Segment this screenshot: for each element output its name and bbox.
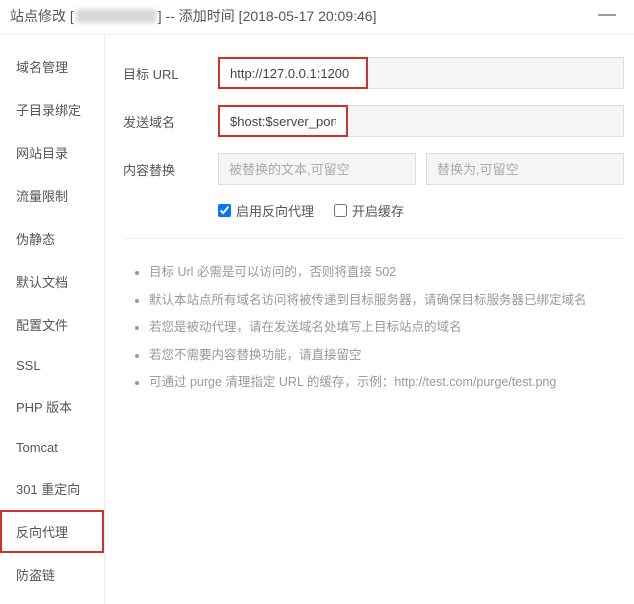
site-name-redacted	[76, 9, 156, 23]
sidebar-item-ssl[interactable]: SSL	[0, 346, 104, 385]
panel: 站点修改 [ ] -- 添加时间 [ 2018-05-17 20:09:46 ]…	[0, 0, 634, 604]
note-item: 若您不需要内容替换功能，请直接留空	[149, 342, 624, 370]
replace-to-input[interactable]	[426, 153, 624, 185]
content-replace-label: 内容替换	[123, 160, 218, 179]
note-item: 若您是被动代理，请在发送域名处填写上目标站点的域名	[149, 314, 624, 342]
sidebar-item-config-file[interactable]: 配置文件	[0, 303, 104, 346]
target-url-label: 目标 URL	[123, 64, 218, 83]
sidebar-item-label: 默认文档	[16, 275, 68, 290]
sidebar-item-label: PHP 版本	[16, 400, 72, 415]
sidebar-item-reverse-proxy[interactable]: 反向代理	[0, 510, 104, 553]
sidebar-item-label: 伪静态	[16, 232, 55, 247]
replace-from-input[interactable]	[218, 153, 416, 185]
sidebar-item-domain-management[interactable]: 域名管理	[0, 45, 104, 88]
target-url-input-extend[interactable]	[368, 57, 624, 89]
header-timestamp: 2018-05-17 20:09:46	[243, 8, 373, 24]
enable-proxy-input[interactable]	[218, 204, 231, 217]
notes-section: 目标 Url 必需是可以访问的，否则将直接 502 默认本站点所有域名访问将被传…	[123, 238, 624, 397]
enable-cache-checkbox[interactable]: 开启缓存	[334, 201, 404, 220]
sidebar-item-label: Tomcat	[16, 440, 58, 455]
sidebar-item-label: 流量限制	[16, 189, 68, 204]
send-host-label: 发送域名	[123, 112, 218, 131]
sidebar-item-rewrite[interactable]: 伪静态	[0, 217, 104, 260]
sidebar-item-label: 网站目录	[16, 146, 68, 161]
enable-proxy-label: 启用反向代理	[236, 201, 314, 220]
sidebar-item-label: 配置文件	[16, 318, 68, 333]
sidebar-item-label: 防盗链	[16, 568, 55, 583]
header-middle: ] -- 添加时间 [	[158, 6, 243, 26]
minimize-icon[interactable]: —	[598, 4, 616, 25]
note-item: 目标 Url 必需是可以访问的，否则将直接 502	[149, 259, 624, 287]
send-host-input[interactable]	[218, 105, 348, 137]
sidebar-item-tomcat[interactable]: Tomcat	[0, 428, 104, 467]
sidebar-item-redirect-301[interactable]: 301 重定向	[0, 467, 104, 510]
note-item: 可通过 purge 清理指定 URL 的缓存，示例：http://test.co…	[149, 369, 624, 397]
target-url-input[interactable]	[218, 57, 368, 89]
send-host-input-extend[interactable]	[348, 105, 624, 137]
enable-cache-label: 开启缓存	[352, 201, 404, 220]
sidebar-item-traffic-limit[interactable]: 流量限制	[0, 174, 104, 217]
enable-proxy-checkbox[interactable]: 启用反向代理	[218, 201, 314, 220]
sidebar-item-anti-leech[interactable]: 防盗链	[0, 553, 104, 596]
sidebar-item-label: 域名管理	[16, 60, 68, 75]
panel-header: 站点修改 [ ] -- 添加时间 [ 2018-05-17 20:09:46 ]	[0, 0, 634, 35]
header-prefix: 站点修改 [	[10, 6, 74, 26]
sidebar-item-label: 子目录绑定	[16, 103, 81, 118]
note-item: 默认本站点所有域名访问将被传递到目标服务器，请确保目标服务器已绑定域名	[149, 287, 624, 315]
sidebar-item-subdir-binding[interactable]: 子目录绑定	[0, 88, 104, 131]
sidebar-item-label: 反向代理	[16, 525, 68, 540]
sidebar-item-label: 301 重定向	[16, 482, 80, 497]
sidebar: 域名管理 子目录绑定 网站目录 流量限制 伪静态 默认文档 配置文件 SSL P…	[0, 35, 105, 604]
sidebar-item-label: SSL	[16, 358, 41, 373]
sidebar-item-default-doc[interactable]: 默认文档	[0, 260, 104, 303]
enable-cache-input[interactable]	[334, 204, 347, 217]
content-area: 目标 URL 发送域名 内容替换 启用反向代理	[105, 35, 634, 604]
sidebar-item-site-directory[interactable]: 网站目录	[0, 131, 104, 174]
header-suffix: ]	[373, 8, 377, 24]
sidebar-item-php-version[interactable]: PHP 版本	[0, 385, 104, 428]
sidebar-item-response-log[interactable]: 响应日志	[0, 596, 104, 604]
